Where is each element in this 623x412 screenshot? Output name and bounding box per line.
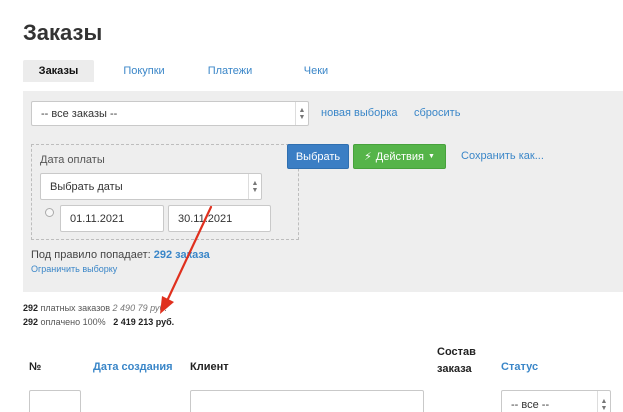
column-number: № — [29, 361, 42, 373]
reset-link[interactable]: сбросить — [414, 107, 460, 119]
paid-amount-currency: руб. — [150, 303, 168, 313]
status-filter-select[interactable]: -- все -- ▲ ▼ — [501, 390, 611, 412]
tab-receipts[interactable]: Чеки — [266, 60, 366, 82]
chevron-down-icon: ▼ — [428, 153, 435, 160]
tab-payments[interactable]: Платежи — [194, 60, 266, 82]
paid-off-label: оплачено 100% — [40, 317, 106, 327]
select-button[interactable]: Выбрать — [287, 144, 349, 169]
actions-button[interactable]: ⚡ Действия ▼ — [353, 144, 446, 169]
paid-label: платных заказов — [40, 303, 111, 313]
paid-amount: 2 490 79 — [112, 303, 148, 313]
page-title: Заказы — [23, 20, 103, 45]
column-composition-line2: заказа — [437, 363, 472, 375]
column-created-date[interactable]: Дата создания — [93, 361, 173, 373]
radio-icon[interactable] — [45, 208, 54, 217]
dates-select-value: Выбрать даты — [50, 180, 123, 193]
chevron-down-icon: ▲ ▼ — [248, 174, 261, 199]
select-button-label: Выбрать — [295, 150, 341, 163]
new-selection-link[interactable]: новая выборка — [321, 107, 398, 119]
chevron-down-icon: ▲ ▼ — [597, 391, 610, 412]
dates-select[interactable]: Выбрать даты ▲ ▼ — [40, 173, 262, 200]
limit-selection-link[interactable]: Ограничить выборку — [31, 264, 117, 274]
actions-button-label: Действия — [375, 150, 424, 163]
tab-bar: Заказы Покупки Платежи Чеки — [23, 60, 366, 82]
lightning-icon: ⚡ — [364, 151, 372, 163]
paid-off-count: 292 — [23, 317, 39, 327]
tab-purchases[interactable]: Покупки — [94, 60, 194, 82]
rule-prefix: Под правило попадает: — [31, 249, 151, 261]
date-from-input[interactable]: 01.11.2021 — [60, 205, 164, 232]
filter-panel: -- все заказы -- ▲ ▼ новая выборка сброси… — [23, 91, 623, 292]
date-filter-label: Дата оплаты — [40, 154, 105, 166]
paid-off-summary: 292 оплачено 100% 2 419 213 руб. — [23, 317, 174, 327]
orders-select-value: -- все заказы -- — [41, 107, 118, 120]
number-filter-input[interactable] — [29, 390, 81, 412]
paid-orders-summary: 292 платных заказов 2 490 79 руб. — [23, 303, 167, 313]
client-filter-input[interactable] — [190, 390, 424, 412]
column-composition-line1: Состав — [437, 346, 476, 358]
rule-count-link[interactable]: 292 заказа — [154, 249, 210, 261]
rule-summary: Под правило попадает: 292 заказа — [31, 249, 210, 261]
tab-orders[interactable]: Заказы — [23, 60, 94, 82]
paid-off-amount: 2 419 213 руб. — [113, 317, 175, 327]
column-client: Клиент — [190, 361, 229, 373]
chevron-down-icon: ▲ ▼ — [295, 102, 308, 125]
orders-select[interactable]: -- все заказы -- ▲ ▼ — [31, 101, 309, 126]
column-status[interactable]: Статус — [501, 361, 538, 373]
date-to-input[interactable]: 30.11.2021 — [168, 205, 271, 232]
paid-count: 292 — [23, 303, 39, 313]
save-as-link[interactable]: Сохранить как... — [461, 150, 544, 162]
status-filter-value: -- все -- — [511, 399, 550, 411]
